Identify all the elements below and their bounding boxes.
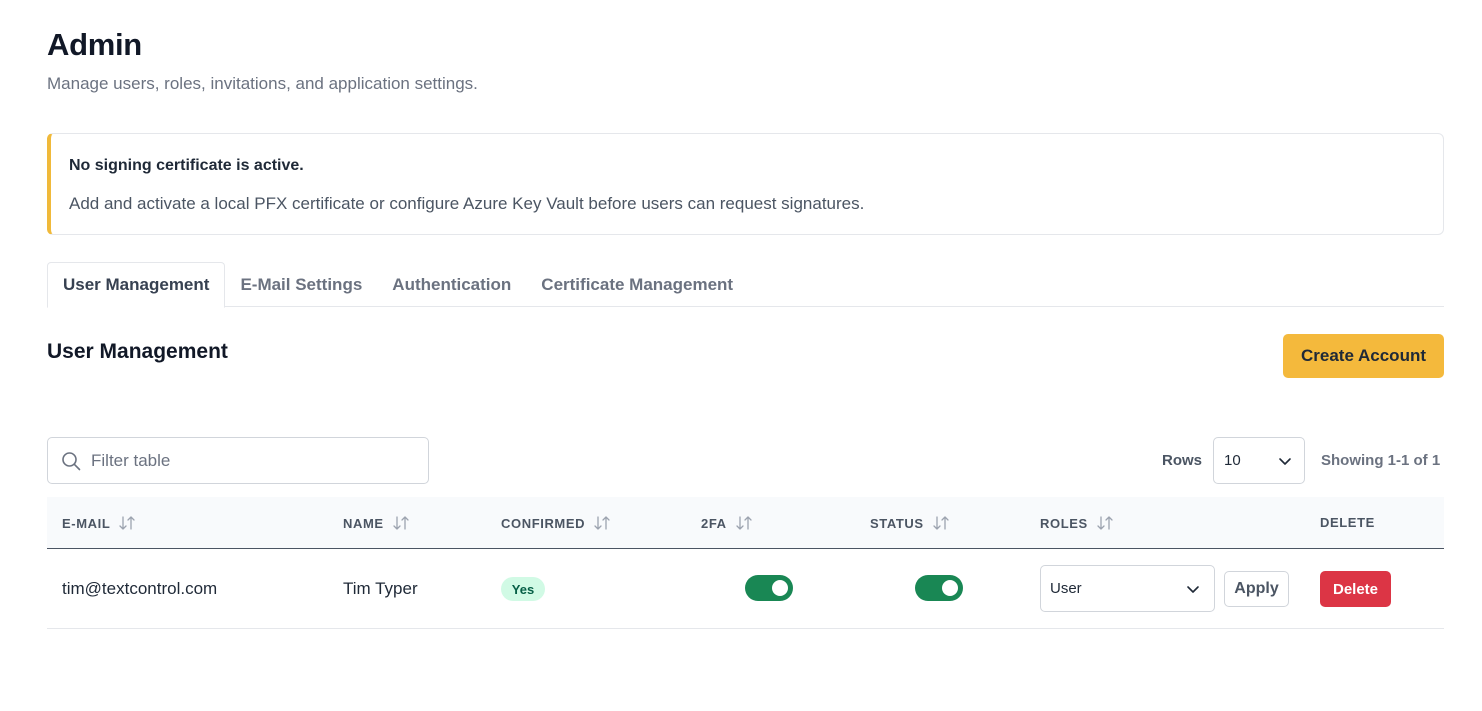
pagination-summary: Showing 1-1 of 1 xyxy=(1321,452,1441,469)
role-select-value: User xyxy=(1050,580,1082,597)
filter-table-input[interactable] xyxy=(91,450,391,471)
certificate-warning-alert: No signing certificate is active. Add an… xyxy=(47,133,1444,235)
toggle-knob xyxy=(942,580,958,596)
tab-certificate-management[interactable]: Certificate Management xyxy=(526,262,748,307)
rows-per-page-select[interactable]: 10 xyxy=(1213,437,1305,484)
column-header-delete: DELETE xyxy=(1320,515,1375,530)
status-toggle[interactable] xyxy=(915,575,963,601)
column-header-confirmed[interactable]: CONFIRMED xyxy=(501,515,611,531)
page-title: Admin xyxy=(47,27,142,62)
rows-label: Rows xyxy=(1162,452,1203,469)
filter-field[interactable] xyxy=(47,437,429,484)
tab-email-settings[interactable]: E-Mail Settings xyxy=(225,262,377,307)
cell-name: Tim Typer xyxy=(343,579,418,598)
role-select[interactable]: User xyxy=(1040,565,1215,612)
sort-icon xyxy=(119,516,136,530)
tab-user-management[interactable]: User Management xyxy=(47,262,226,308)
apply-role-button[interactable]: Apply xyxy=(1224,571,1289,607)
page-subtitle: Manage users, roles, invitations, and ap… xyxy=(47,74,478,93)
chevron-down-icon xyxy=(1187,585,1199,593)
column-header-name[interactable]: NAME xyxy=(343,515,410,531)
delete-user-button[interactable]: Delete xyxy=(1320,571,1391,607)
column-header-email[interactable]: E-MAIL xyxy=(62,515,136,531)
column-header-2fa[interactable]: 2FA xyxy=(701,515,753,531)
column-header-status[interactable]: STATUS xyxy=(870,515,950,531)
confirmed-badge: Yes xyxy=(501,577,545,601)
sort-icon xyxy=(594,516,610,530)
sort-icon xyxy=(393,516,409,530)
2fa-toggle[interactable] xyxy=(745,575,793,601)
section-title: User Management xyxy=(47,340,228,363)
create-account-button[interactable]: Create Account xyxy=(1283,334,1444,378)
search-icon xyxy=(62,451,81,470)
chevron-down-icon xyxy=(1279,457,1291,465)
toggle-knob xyxy=(772,580,788,596)
table-row: tim@textcontrol.com Tim Typer Yes User A… xyxy=(47,549,1444,629)
cell-email: tim@textcontrol.com xyxy=(62,579,218,598)
sort-icon xyxy=(933,516,949,530)
alert-title: No signing certificate is active. xyxy=(69,157,304,174)
rows-per-page-value: 10 xyxy=(1224,452,1241,469)
alert-body: Add and activate a local PFX certificate… xyxy=(69,194,865,213)
tab-authentication[interactable]: Authentication xyxy=(377,262,526,307)
admin-tabs: User Management E-Mail Settings Authenti… xyxy=(47,262,1444,308)
column-header-roles[interactable]: ROLES xyxy=(1040,515,1114,531)
sort-icon xyxy=(736,516,752,530)
table-header: E-MAIL NAME CONFIRMED 2FA STATUS ROLES D… xyxy=(47,497,1444,549)
sort-icon xyxy=(1097,516,1113,530)
